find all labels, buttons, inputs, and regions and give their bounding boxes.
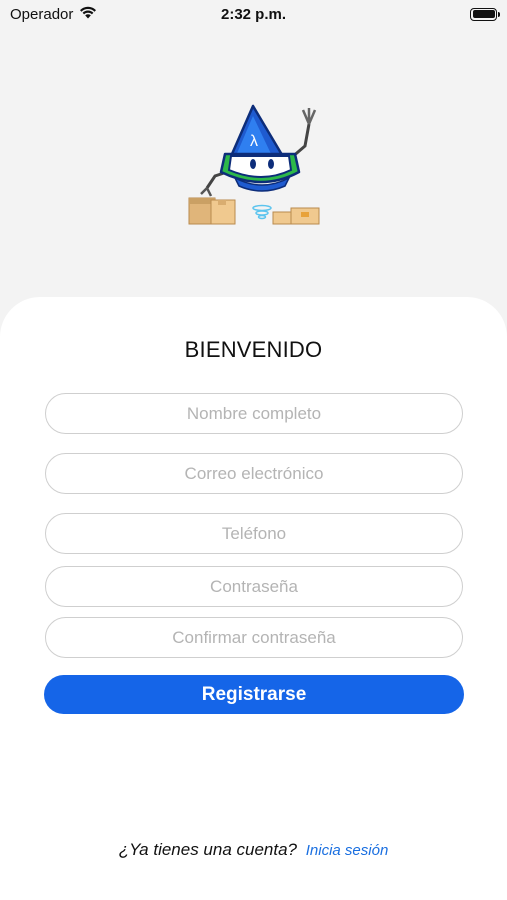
- robot-logo: λ: [185, 100, 325, 230]
- status-bar: Operador 2:32 p.m.: [0, 0, 507, 28]
- full-name-field[interactable]: [45, 393, 463, 434]
- status-left: Operador: [10, 6, 97, 23]
- full-name-input[interactable]: [46, 394, 462, 433]
- page-title: BIENVENIDO: [184, 337, 323, 362]
- register-card: BIENVENIDO Registrarse ¿Ya tienes una cu…: [0, 297, 507, 900]
- svg-text:λ: λ: [250, 133, 258, 150]
- login-question: ¿Ya tienes una cuenta?: [118, 840, 298, 859]
- battery-icon: [470, 7, 500, 21]
- email-input[interactable]: [46, 454, 462, 493]
- confirm-password-input[interactable]: [46, 618, 462, 657]
- phone-input[interactable]: [46, 514, 462, 553]
- password-input[interactable]: [46, 567, 462, 606]
- email-field[interactable]: [45, 453, 463, 494]
- password-field[interactable]: [45, 566, 463, 607]
- login-link[interactable]: Inicia sesión: [306, 842, 389, 859]
- confirm-password-field[interactable]: [45, 617, 463, 658]
- phone-field[interactable]: [45, 513, 463, 554]
- register-button[interactable]: Registrarse: [44, 675, 464, 714]
- carrier-label: Operador: [10, 5, 74, 23]
- wifi-icon: [79, 6, 97, 23]
- login-prompt: ¿Ya tienes una cuenta? Inicia sesión: [0, 840, 507, 860]
